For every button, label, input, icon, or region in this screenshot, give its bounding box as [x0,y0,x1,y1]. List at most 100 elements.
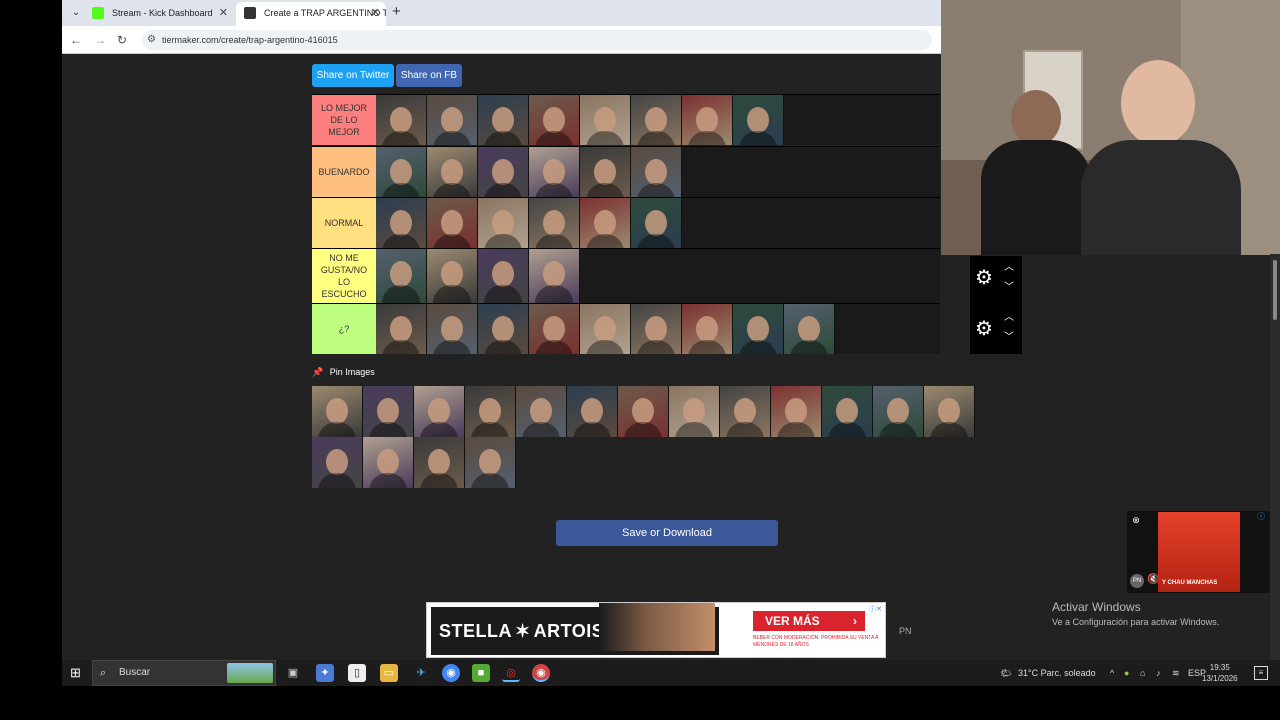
artist-image[interactable] [478,304,529,354]
artist-image[interactable] [529,304,580,354]
minecraft-icon[interactable]: ■ [472,664,490,682]
artist-image[interactable] [363,437,414,488]
chrome-profile-icon[interactable]: ◉ [532,664,550,682]
artist-image[interactable] [580,147,631,197]
artist-image[interactable] [682,304,733,354]
app-bird-icon[interactable]: ✈ [412,664,430,682]
ad-info-icon[interactable]: ⓘ [1257,511,1265,522]
artist-image[interactable] [631,304,682,354]
scrollbar-thumb[interactable] [1273,260,1277,320]
artist-image[interactable] [822,386,873,437]
mute-icon[interactable]: 🔇 [1147,574,1159,585]
artist-image[interactable] [427,249,478,303]
artist-image[interactable] [376,249,427,303]
tray-network-icon[interactable]: ⌂ [1140,660,1145,686]
obs-icon[interactable]: ◎ [502,664,520,682]
artist-image[interactable] [478,147,529,197]
artist-image[interactable] [631,95,682,145]
url-field[interactable]: ⚙ tiermaker.com/create/trap-argentino-41… [142,30,932,50]
artist-image[interactable] [771,386,822,437]
artist-image[interactable] [567,386,618,437]
artist-image[interactable] [427,147,478,197]
artist-image[interactable] [516,386,567,437]
artist-image[interactable] [363,386,414,437]
artist-image[interactable] [376,198,427,248]
tab-kick-dashboard[interactable]: Stream - Kick Dashboard ✕ [84,2,234,26]
artist-image[interactable] [414,386,465,437]
tier-label[interactable]: NO ME GUSTA/NO LO ESCUCHO [312,249,376,303]
side-ad[interactable]: ⊗ Y CHAU MANCHAS ⓘ PN 🔇 [1127,511,1270,593]
close-ad-icon[interactable]: ⊗ [1130,514,1142,526]
tier-settings-gear-icon[interactable]: ⚙ [972,317,996,341]
taskbar-clock[interactable]: 19:35 13/1/2026 [1202,662,1238,684]
artist-image[interactable] [478,249,529,303]
artist-image[interactable] [784,304,835,354]
artist-image[interactable] [580,95,631,145]
chrome-icon[interactable]: ◉ [442,664,460,682]
artist-image[interactable] [312,437,363,488]
task-view-icon[interactable]: ▣ [284,664,302,682]
tier-label[interactable]: BUENARDO [312,147,376,197]
move-tier-up-icon[interactable]: ︿ [1002,312,1016,324]
new-tab-icon[interactable]: + [392,4,401,20]
artist-image[interactable] [529,95,580,145]
artist-image[interactable] [427,304,478,354]
artist-image[interactable] [529,198,580,248]
move-tier-down-icon[interactable]: ﹀ [1002,332,1016,344]
artist-image[interactable] [924,386,975,437]
taskbar-search[interactable]: ⌕ Buscar [92,660,276,686]
tray-app-icon[interactable]: ● [1124,660,1129,686]
move-tier-up-icon[interactable]: ︿ [1002,262,1016,274]
forward-arrow-icon[interactable]: → [92,33,108,47]
artist-image[interactable] [427,95,478,145]
artist-image[interactable] [631,198,682,248]
tray-wifi-icon[interactable]: ≋ [1172,660,1180,686]
artist-image[interactable] [478,198,529,248]
artist-image[interactable] [312,386,363,437]
artist-image[interactable] [465,437,516,488]
artist-image[interactable] [873,386,924,437]
save-or-download-button[interactable]: Save or Download [556,520,778,546]
close-tab-icon[interactable]: ✕ [371,2,380,24]
artist-image[interactable] [580,304,631,354]
weather-icon[interactable]: 🌤 [1000,660,1011,686]
site-info-icon[interactable]: ⚙ [147,30,156,50]
close-tab-icon[interactable]: ✕ [219,2,228,24]
weather-text[interactable]: 31°C Parc. soleado [1018,660,1096,686]
notifications-icon[interactable]: ≡ [1254,666,1268,680]
artist-image[interactable] [529,249,580,303]
artist-image[interactable] [376,95,427,145]
file-icon[interactable]: ▯ [348,664,366,682]
reload-icon[interactable]: ↻ [114,33,130,47]
file-explorer-icon[interactable]: ▭ [380,664,398,682]
artist-image[interactable] [376,304,427,354]
tray-volume-icon[interactable]: ♪ [1156,660,1161,686]
artist-image[interactable] [465,386,516,437]
tier-label[interactable]: LO MEJOR DE LO MEJOR [312,95,376,145]
tier-label[interactable]: NORMAL [312,198,376,248]
ad-image[interactable]: Y CHAU MANCHAS [1158,512,1240,592]
artist-image[interactable] [580,198,631,248]
back-arrow-icon[interactable]: ← [68,33,84,47]
tab-search-chevron-icon[interactable]: ⌄ [68,5,84,21]
pin-images-toggle[interactable]: 📌 Pin Images [312,367,375,378]
tier-label[interactable]: ¿? [312,304,376,354]
page-scrollbar[interactable] [1270,254,1280,660]
tab-tiermaker[interactable]: Create a TRAP ARGENTINO Tie ✕ [236,2,386,26]
ad-info-icon[interactable]: ⓘ✕ [869,604,882,614]
share-facebook-button[interactable]: Share on FB [396,64,462,87]
ad-cta-button[interactable]: VER MÁS › [753,611,865,631]
copilot-icon[interactable]: ✦ [316,664,334,682]
move-tier-down-icon[interactable]: ﹀ [1002,282,1016,294]
artist-image[interactable] [529,147,580,197]
share-twitter-button[interactable]: Share on Twitter [312,64,394,87]
artist-image[interactable] [427,198,478,248]
artist-image[interactable] [631,147,682,197]
tray-expand-icon[interactable]: ^ [1110,660,1114,686]
windows-start-icon[interactable]: ⊞ [70,666,84,680]
tier-settings-gear-icon[interactable]: ⚙ [972,266,996,290]
bottom-banner-ad[interactable]: STELLA ✶ ARTOIS VER MÁS › BEBER CON MODERA… [426,602,886,658]
artist-image[interactable] [733,304,784,354]
artist-image[interactable] [376,147,427,197]
artist-image[interactable] [414,437,465,488]
